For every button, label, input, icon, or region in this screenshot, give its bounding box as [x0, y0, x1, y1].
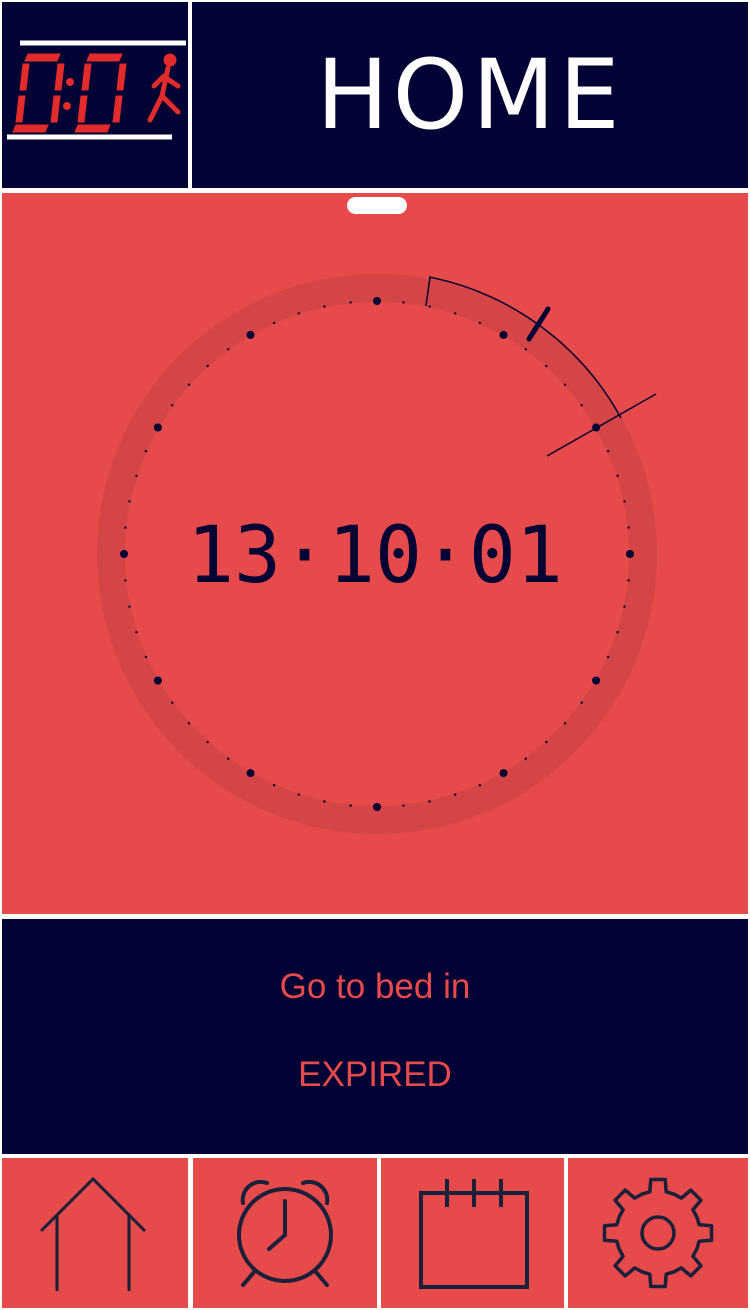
- nav-settings-button[interactable]: [568, 1158, 748, 1308]
- minute-tick: [349, 301, 352, 304]
- time-display: 13·10·01: [187, 511, 563, 601]
- minute-tick: [187, 383, 191, 386]
- minute-tick: [545, 740, 548, 744]
- minute-tick: [606, 655, 610, 659]
- minute-tick: [563, 722, 567, 725]
- minute-tick: [144, 449, 148, 453]
- minute-tick: [135, 474, 138, 477]
- minute-tick: [349, 804, 352, 807]
- hour-tick: [499, 330, 508, 339]
- minute-tick: [454, 312, 457, 315]
- hour-tick: [373, 803, 381, 811]
- nav-home-button[interactable]: [2, 1158, 188, 1308]
- nav-alarm-button[interactable]: [193, 1158, 377, 1308]
- minute-tick: [428, 305, 431, 308]
- app-logo: [2, 2, 188, 188]
- hour-tick: [373, 297, 381, 305]
- minute-tick: [171, 404, 174, 407]
- minute-tick: [454, 793, 457, 796]
- minute-tick: [227, 348, 230, 351]
- minute-tick: [272, 321, 276, 325]
- minute-tick: [524, 757, 527, 760]
- minute-tick: [545, 364, 548, 368]
- minute-tick: [135, 631, 138, 634]
- minute-tick: [297, 312, 300, 315]
- hour-tick: [153, 423, 162, 432]
- hour-tick: [153, 676, 162, 685]
- minute-tick: [428, 800, 431, 803]
- minute-tick: [524, 348, 527, 351]
- minute-tick: [206, 364, 209, 368]
- minute-tick: [187, 722, 191, 725]
- minute-tick: [623, 605, 626, 608]
- page-title: HOME: [316, 39, 624, 151]
- hour-tick: [246, 769, 255, 778]
- calendar-icon: [418, 1179, 529, 1289]
- minute-tick: [323, 800, 326, 803]
- minute-tick: [402, 301, 405, 304]
- minute-tick: [580, 701, 583, 704]
- running-man-icon: [147, 53, 181, 123]
- nav-calendar-button[interactable]: [381, 1158, 564, 1308]
- hour-tick: [499, 769, 508, 778]
- minute-tick: [623, 500, 626, 503]
- home-icon: [39, 1176, 147, 1291]
- minute-tick: [297, 793, 300, 796]
- minute-tick: [128, 500, 131, 503]
- minute-tick: [402, 804, 405, 807]
- minute-tick: [616, 474, 619, 477]
- minute-tick: [580, 404, 583, 407]
- countdown-label: Go to bed in: [279, 967, 471, 1006]
- countdown-status: EXPIRED: [298, 1055, 452, 1094]
- minute-tick: [171, 701, 174, 704]
- minute-tick: [563, 383, 567, 386]
- header: HOME: [192, 2, 748, 188]
- logo-icon: [7, 40, 186, 140]
- alarm-clock-icon: [237, 1179, 333, 1287]
- minute-tick: [206, 740, 209, 744]
- minute-tick: [478, 321, 482, 325]
- minute-tick: [323, 305, 326, 308]
- clock-panel: 13·10·01: [2, 193, 748, 914]
- minute-tick: [606, 449, 610, 453]
- minute-tick: [144, 655, 148, 659]
- minute-tick: [478, 783, 482, 787]
- minute-tick: [272, 783, 276, 787]
- minute-tick: [227, 757, 230, 760]
- minute-tick: [616, 631, 619, 634]
- hour-tick: [592, 676, 601, 685]
- minute-tick: [128, 605, 131, 608]
- info-panel: Go to bed in EXPIRED: [2, 919, 748, 1154]
- gear-icon: [602, 1177, 714, 1289]
- hour-tick: [246, 330, 255, 339]
